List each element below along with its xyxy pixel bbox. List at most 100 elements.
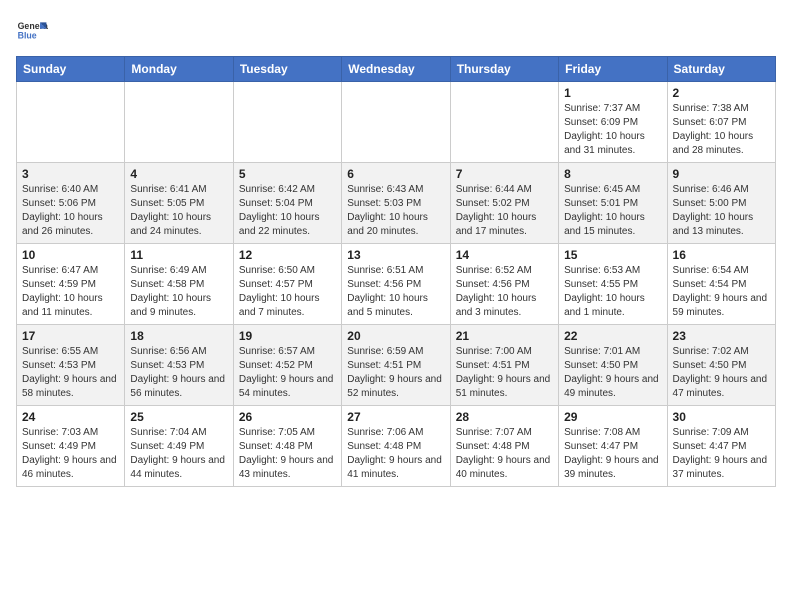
- calendar-day-cell: 28 Sunrise: 7:07 AM Sunset: 4:48 PM Dayli…: [450, 406, 558, 487]
- day-number: 1: [564, 86, 661, 100]
- day-of-week-header: Sunday: [17, 57, 125, 82]
- calendar-day-cell: 7 Sunrise: 6:44 AM Sunset: 5:02 PM Daylig…: [450, 163, 558, 244]
- calendar-week-row: 10 Sunrise: 6:47 AM Sunset: 4:59 PM Dayli…: [17, 244, 776, 325]
- calendar-day-cell: 27 Sunrise: 7:06 AM Sunset: 4:48 PM Dayli…: [342, 406, 450, 487]
- calendar-day-cell: [342, 82, 450, 163]
- svg-text:Blue: Blue: [18, 30, 37, 40]
- day-info: Sunrise: 7:02 AM Sunset: 4:50 PM Dayligh…: [673, 345, 770, 401]
- day-number: 2: [673, 86, 770, 100]
- calendar-day-cell: 13 Sunrise: 6:51 AM Sunset: 4:56 PM Dayli…: [342, 244, 450, 325]
- day-number: 19: [239, 329, 336, 343]
- calendar-day-cell: 25 Sunrise: 7:04 AM Sunset: 4:49 PM Dayli…: [125, 406, 233, 487]
- calendar-day-cell: 4 Sunrise: 6:41 AM Sunset: 5:05 PM Daylig…: [125, 163, 233, 244]
- calendar-day-cell: 30 Sunrise: 7:09 AM Sunset: 4:47 PM Dayli…: [667, 406, 775, 487]
- calendar-day-cell: 20 Sunrise: 6:59 AM Sunset: 4:51 PM Dayli…: [342, 325, 450, 406]
- day-number: 26: [239, 410, 336, 424]
- day-number: 18: [130, 329, 227, 343]
- day-info: Sunrise: 6:45 AM Sunset: 5:01 PM Dayligh…: [564, 183, 661, 239]
- day-info: Sunrise: 6:46 AM Sunset: 5:00 PM Dayligh…: [673, 183, 770, 239]
- day-info: Sunrise: 6:47 AM Sunset: 4:59 PM Dayligh…: [22, 264, 119, 320]
- day-info: Sunrise: 6:53 AM Sunset: 4:55 PM Dayligh…: [564, 264, 661, 320]
- logo: General Blue: [16, 16, 48, 48]
- day-info: Sunrise: 6:43 AM Sunset: 5:03 PM Dayligh…: [347, 183, 444, 239]
- day-number: 29: [564, 410, 661, 424]
- calendar-day-cell: 8 Sunrise: 6:45 AM Sunset: 5:01 PM Daylig…: [559, 163, 667, 244]
- calendar-day-cell: 10 Sunrise: 6:47 AM Sunset: 4:59 PM Dayli…: [17, 244, 125, 325]
- calendar-day-cell: 14Sunrise: 6:52 AM Sunset: 4:56 PM Dayli…: [450, 244, 558, 325]
- day-number: 24: [22, 410, 119, 424]
- day-info: Sunrise: 7:38 AM Sunset: 6:07 PM Dayligh…: [673, 102, 770, 158]
- day-number: 22: [564, 329, 661, 343]
- day-number: 13: [347, 248, 444, 262]
- day-info: Sunrise: 6:50 AM Sunset: 4:57 PM Dayligh…: [239, 264, 336, 320]
- day-info: Sunrise: 7:04 AM Sunset: 4:49 PM Dayligh…: [130, 426, 227, 482]
- day-info: Sunrise: 6:42 AM Sunset: 5:04 PM Dayligh…: [239, 183, 336, 239]
- day-of-week-header: Friday: [559, 57, 667, 82]
- calendar-day-cell: 18Sunrise: 6:56 AM Sunset: 4:53 PM Dayli…: [125, 325, 233, 406]
- calendar-day-cell: 11 Sunrise: 6:49 AM Sunset: 4:58 PM Dayli…: [125, 244, 233, 325]
- calendar-day-cell: 15Sunrise: 6:53 AM Sunset: 4:55 PM Dayli…: [559, 244, 667, 325]
- day-info: Sunrise: 6:41 AM Sunset: 5:05 PM Dayligh…: [130, 183, 227, 239]
- calendar-day-cell: [233, 82, 341, 163]
- calendar-day-cell: 22Sunrise: 7:01 AM Sunset: 4:50 PM Dayli…: [559, 325, 667, 406]
- day-info: Sunrise: 7:09 AM Sunset: 4:47 PM Dayligh…: [673, 426, 770, 482]
- calendar-week-row: 24Sunrise: 7:03 AM Sunset: 4:49 PM Dayli…: [17, 406, 776, 487]
- calendar-day-cell: 12 Sunrise: 6:50 AM Sunset: 4:57 PM Dayli…: [233, 244, 341, 325]
- day-of-week-header: Tuesday: [233, 57, 341, 82]
- day-number: 3: [22, 167, 119, 181]
- calendar-week-row: 17Sunrise: 6:55 AM Sunset: 4:53 PM Dayli…: [17, 325, 776, 406]
- day-number: 28: [456, 410, 553, 424]
- calendar-day-cell: 17Sunrise: 6:55 AM Sunset: 4:53 PM Dayli…: [17, 325, 125, 406]
- calendar-day-cell: 3Sunrise: 6:40 AM Sunset: 5:06 PM Daylig…: [17, 163, 125, 244]
- day-of-week-header: Monday: [125, 57, 233, 82]
- calendar-day-cell: 1 Sunrise: 7:37 AM Sunset: 6:09 PM Daylig…: [559, 82, 667, 163]
- header-section: General Blue: [16, 16, 776, 48]
- day-number: 21: [456, 329, 553, 343]
- day-number: 10: [22, 248, 119, 262]
- logo-icon: General Blue: [16, 16, 48, 48]
- calendar-table: SundayMondayTuesdayWednesdayThursdayFrid…: [16, 56, 776, 487]
- day-number: 20: [347, 329, 444, 343]
- calendar-day-cell: 6 Sunrise: 6:43 AM Sunset: 5:03 PM Daylig…: [342, 163, 450, 244]
- day-number: 4: [130, 167, 227, 181]
- calendar-day-cell: 5Sunrise: 6:42 AM Sunset: 5:04 PM Daylig…: [233, 163, 341, 244]
- day-info: Sunrise: 6:55 AM Sunset: 4:53 PM Dayligh…: [22, 345, 119, 401]
- day-info: Sunrise: 6:44 AM Sunset: 5:02 PM Dayligh…: [456, 183, 553, 239]
- day-info: Sunrise: 6:57 AM Sunset: 4:52 PM Dayligh…: [239, 345, 336, 401]
- calendar-day-cell: 24Sunrise: 7:03 AM Sunset: 4:49 PM Dayli…: [17, 406, 125, 487]
- day-of-week-header: Wednesday: [342, 57, 450, 82]
- calendar-week-row: 3Sunrise: 6:40 AM Sunset: 5:06 PM Daylig…: [17, 163, 776, 244]
- day-number: 23: [673, 329, 770, 343]
- calendar-day-cell: 9 Sunrise: 6:46 AM Sunset: 5:00 PM Daylig…: [667, 163, 775, 244]
- calendar-day-cell: [450, 82, 558, 163]
- day-number: 27: [347, 410, 444, 424]
- calendar-day-cell: [125, 82, 233, 163]
- day-number: 14: [456, 248, 553, 262]
- day-info: Sunrise: 7:07 AM Sunset: 4:48 PM Dayligh…: [456, 426, 553, 482]
- day-info: Sunrise: 7:06 AM Sunset: 4:48 PM Dayligh…: [347, 426, 444, 482]
- day-info: Sunrise: 7:00 AM Sunset: 4:51 PM Dayligh…: [456, 345, 553, 401]
- calendar-day-cell: 2 Sunrise: 7:38 AM Sunset: 6:07 PM Daylig…: [667, 82, 775, 163]
- day-number: 9: [673, 167, 770, 181]
- day-number: 25: [130, 410, 227, 424]
- day-info: Sunrise: 7:08 AM Sunset: 4:47 PM Dayligh…: [564, 426, 661, 482]
- day-number: 8: [564, 167, 661, 181]
- day-info: Sunrise: 6:54 AM Sunset: 4:54 PM Dayligh…: [673, 264, 770, 320]
- calendar-day-cell: 21 Sunrise: 7:00 AM Sunset: 4:51 PM Dayli…: [450, 325, 558, 406]
- calendar-day-cell: 26Sunrise: 7:05 AM Sunset: 4:48 PM Dayli…: [233, 406, 341, 487]
- day-number: 11: [130, 248, 227, 262]
- day-info: Sunrise: 6:49 AM Sunset: 4:58 PM Dayligh…: [130, 264, 227, 320]
- day-number: 30: [673, 410, 770, 424]
- day-of-week-header: Thursday: [450, 57, 558, 82]
- day-info: Sunrise: 6:51 AM Sunset: 4:56 PM Dayligh…: [347, 264, 444, 320]
- day-number: 12: [239, 248, 336, 262]
- day-info: Sunrise: 6:59 AM Sunset: 4:51 PM Dayligh…: [347, 345, 444, 401]
- calendar-day-cell: 19 Sunrise: 6:57 AM Sunset: 4:52 PM Dayli…: [233, 325, 341, 406]
- calendar-header-row: SundayMondayTuesdayWednesdayThursdayFrid…: [17, 57, 776, 82]
- day-of-week-header: Saturday: [667, 57, 775, 82]
- day-number: 16: [673, 248, 770, 262]
- calendar-day-cell: 23 Sunrise: 7:02 AM Sunset: 4:50 PM Dayli…: [667, 325, 775, 406]
- day-number: 7: [456, 167, 553, 181]
- day-info: Sunrise: 7:37 AM Sunset: 6:09 PM Dayligh…: [564, 102, 661, 158]
- day-number: 6: [347, 167, 444, 181]
